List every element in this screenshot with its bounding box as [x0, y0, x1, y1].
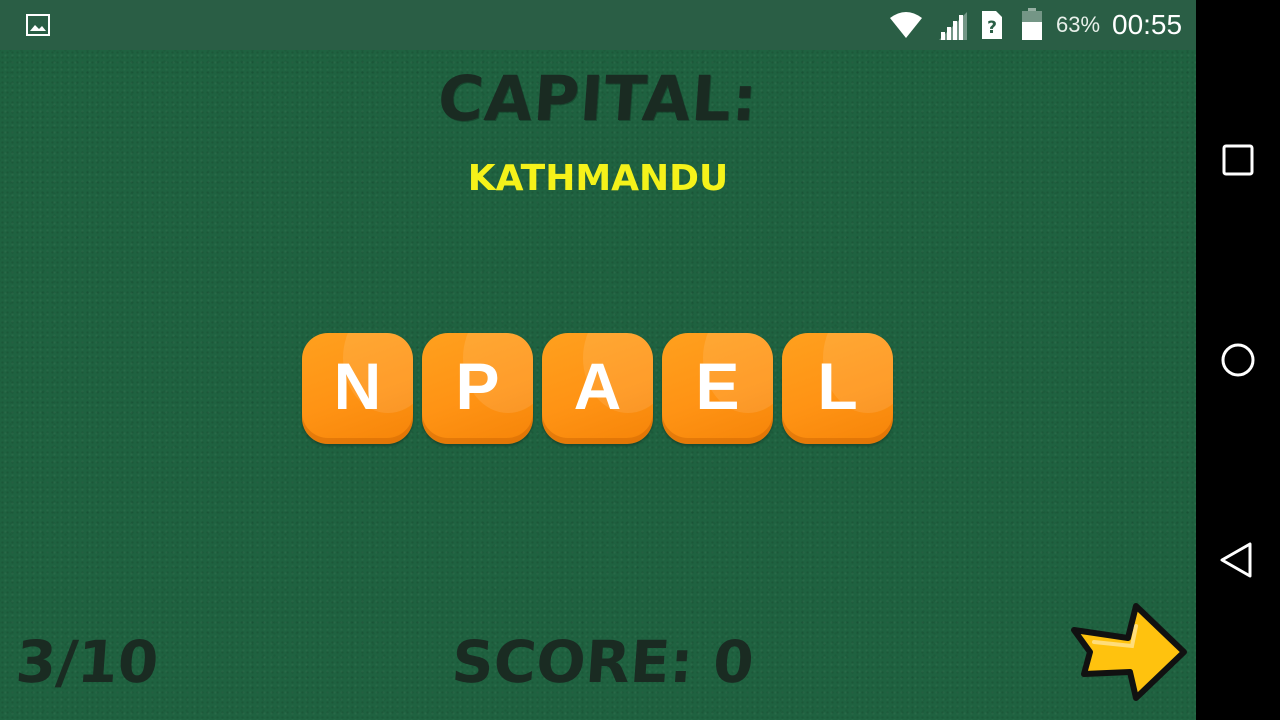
- question-progress: 3/10: [13, 628, 161, 696]
- letter-tile[interactable]: N: [302, 333, 413, 444]
- score-display: SCORE: 0: [449, 628, 757, 696]
- letter-tile[interactable]: P: [422, 333, 533, 444]
- next-arrow-icon[interactable]: [1070, 602, 1188, 702]
- category-title: CAPITAL:: [435, 62, 761, 135]
- navigation-bar: [1196, 0, 1280, 720]
- sim-icon: ?: [982, 11, 1002, 39]
- tile-letter: P: [455, 349, 500, 423]
- battery-percent: 63%: [1056, 12, 1101, 37]
- letter-tile[interactable]: E: [662, 333, 773, 444]
- tile-letter: N: [333, 349, 382, 423]
- wifi-icon: [890, 12, 922, 38]
- hint-text: KATHMANDU: [467, 158, 729, 199]
- game-screen: ? 63% 00:55 CAPITAL: KATHMANDU N P A E L…: [0, 0, 1196, 720]
- letter-tile[interactable]: L: [782, 333, 893, 444]
- tile-letter: E: [695, 349, 740, 423]
- back-icon[interactable]: [1216, 538, 1260, 582]
- letter-tile[interactable]: A: [542, 333, 653, 444]
- status-bar: ? 63% 00:55: [0, 0, 1196, 50]
- letter-tiles: N P A E L: [302, 333, 893, 444]
- gallery-icon: [26, 14, 50, 36]
- tile-letter: L: [817, 349, 858, 423]
- signal-icon: [939, 12, 967, 40]
- clock: 00:55: [1112, 9, 1183, 40]
- tile-letter: A: [573, 349, 622, 423]
- recents-icon[interactable]: [1216, 138, 1260, 182]
- svg-text:?: ?: [987, 18, 997, 38]
- battery-icon: [1022, 8, 1042, 40]
- home-icon[interactable]: [1216, 338, 1260, 382]
